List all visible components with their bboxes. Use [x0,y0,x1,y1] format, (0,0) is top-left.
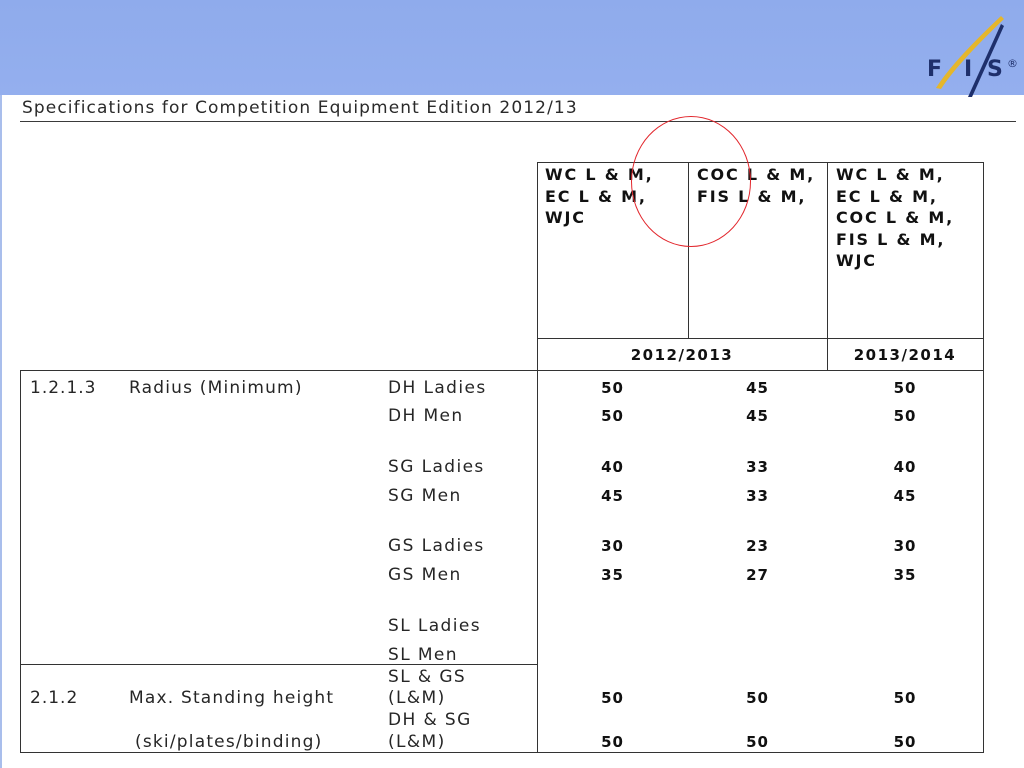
section-name: Radius (Minimum) [129,378,303,398]
column-header-3: WC L & M, EC L & M, COC L & M, FIS L & M… [836,164,954,272]
value-cell: 50 [601,733,624,751]
table-rule [983,162,984,753]
value-cell: 40 [601,458,624,476]
fis-logo-mark-icon [936,16,1004,97]
value-cell: 45 [746,379,769,397]
value-cell: 35 [601,566,624,584]
value-cell: 45 [746,407,769,425]
section-name-detail: (ski/plates/binding) [135,732,323,752]
category-label: DH Men [388,406,464,426]
section-number: 2.1.2 [30,688,79,708]
category-label: SG Men [388,486,462,506]
table-rule [20,664,538,665]
value-cell: 50 [893,689,917,707]
value-cell: 23 [746,537,769,555]
table-rule [20,370,21,753]
value-cell: 40 [893,458,917,476]
table-rule [537,162,984,163]
value-cell: 50 [601,407,624,425]
category-label: GS Ladies [388,536,485,556]
value-cell: 30 [893,537,917,555]
section-name: Max. Standing height [129,688,335,708]
season-2013-2014: 2013/2014 [853,346,957,364]
title-underline [20,121,1016,122]
category-label: SL Ladies [388,616,481,636]
logo-letter-f: F [927,57,943,82]
category-label: SL & GS [388,667,467,687]
category-label: GS Men [388,565,462,585]
value-cell: 45 [601,487,624,505]
table-rule [20,370,984,371]
category-label: (L&M) [388,732,446,752]
slide: F I S ® Specifications for Competition E… [0,0,1024,768]
value-cell: 50 [746,689,769,707]
section-number: 1.2.1.3 [30,378,97,398]
category-label: DH & SG [388,710,472,730]
logo-letter-i: I [964,57,973,82]
value-cell: 27 [746,566,769,584]
value-cell: 30 [601,537,624,555]
value-cell: 50 [893,379,917,397]
value-cell: 50 [893,733,917,751]
value-cell: 33 [746,458,769,476]
logo-registered-mark: ® [1007,57,1018,70]
category-label: (L&M) [388,688,446,708]
column-header-line: FIS L & M, [836,229,946,249]
category-label: SG Ladies [388,457,485,477]
column-header-line: WJC [836,251,877,270]
value-cell: 33 [746,487,769,505]
season-2012-2013: 2012/2013 [630,346,734,364]
slide-left-edge [0,95,2,768]
category-label: DH Ladies [388,378,487,398]
slide-title: Specifications for Competition Equipment… [22,98,578,118]
value-cell: 50 [746,733,769,751]
value-cell: 35 [893,566,917,584]
column-header-line: COC L & M, [836,208,954,227]
value-cell: 50 [601,379,624,397]
category-label: SL Men [388,645,458,665]
highlight-circle [631,116,751,247]
column-header-line: WC L & M, [836,165,945,184]
column-header-line: EC L & M, [836,186,938,206]
header-band [0,0,1024,95]
value-cell: 50 [601,689,624,707]
value-cell: 45 [893,487,917,505]
value-cell: 50 [893,407,917,425]
logo-letter-s: S [987,57,1003,82]
fis-logo: F I S ® [900,0,1024,100]
